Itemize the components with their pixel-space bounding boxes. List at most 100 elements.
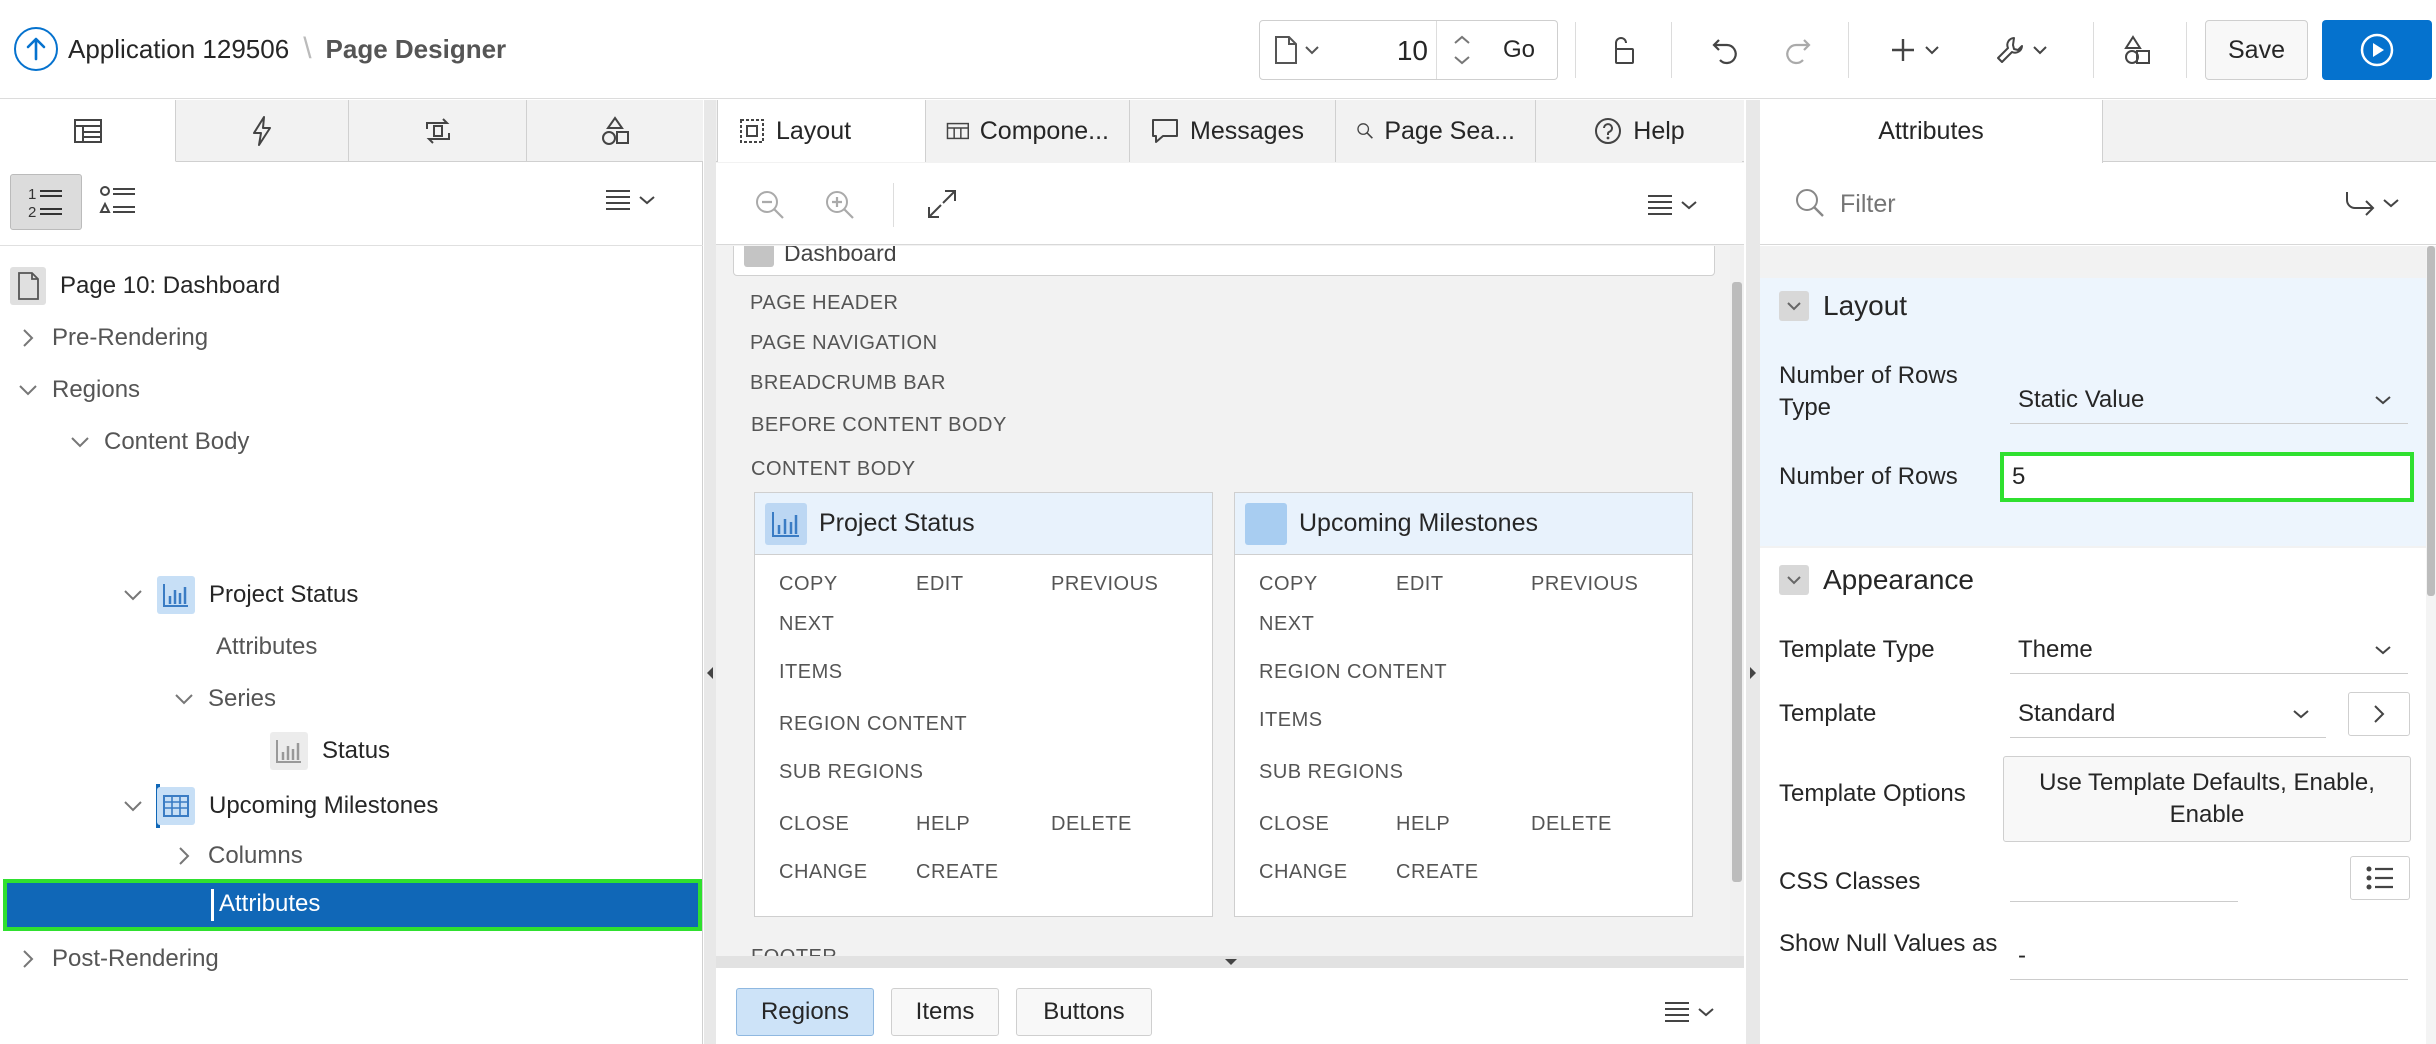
- tree-node-content-body[interactable]: Content Body: [70, 420, 249, 464]
- chevron-right-icon[interactable]: [174, 846, 194, 866]
- right-splitter[interactable]: [1746, 100, 1760, 1044]
- chevron-down-icon[interactable]: [70, 436, 90, 448]
- save-button[interactable]: Save: [2205, 20, 2308, 80]
- filter-input[interactable]: [1840, 183, 2260, 225]
- chevron-down-icon[interactable]: [1453, 55, 1471, 65]
- tree-node-columns[interactable]: Columns: [174, 834, 303, 878]
- group-header-layout[interactable]: Layout: [1779, 290, 1907, 322]
- hamburger-icon: [1665, 1002, 1689, 1022]
- canvas-scrollbar[interactable]: [1730, 246, 1744, 956]
- tab-label: Layout: [776, 116, 852, 145]
- tab-processing[interactable]: [349, 100, 527, 162]
- template-options-button[interactable]: Use Template Defaults, Enable, Enable: [2003, 756, 2411, 842]
- collapse-down-icon[interactable]: [1224, 958, 1238, 966]
- tree-node-attributes[interactable]: Attributes: [216, 625, 317, 669]
- expand-icon[interactable]: [926, 188, 958, 220]
- tab-messages[interactable]: Messages: [1130, 100, 1336, 162]
- tab-layout[interactable]: Layout: [717, 100, 926, 162]
- gallery-menu-button[interactable]: [1663, 1000, 1715, 1024]
- goto-group-button[interactable]: [2344, 189, 2400, 217]
- chevron-right-icon[interactable]: [18, 949, 38, 969]
- chevron-down-icon[interactable]: [18, 384, 38, 396]
- grouped-view-button[interactable]: [96, 180, 140, 224]
- go-button[interactable]: Go: [1481, 20, 1558, 80]
- redo-icon[interactable]: [1774, 20, 1820, 80]
- scrollbar-thumb[interactable]: [1732, 282, 1742, 882]
- input-css-classes[interactable]: [2010, 854, 2238, 902]
- left-splitter[interactable]: [704, 100, 716, 1044]
- unlock-icon[interactable]: [1600, 20, 1646, 80]
- application-name-link[interactable]: Application 129506: [68, 34, 289, 65]
- collapse-right-icon[interactable]: [1749, 666, 1757, 680]
- chevron-up-icon[interactable]: [1453, 35, 1471, 45]
- drop-close: CLOSE: [1259, 813, 1330, 835]
- layout-menu-button[interactable]: [1646, 193, 1698, 217]
- group-header-appearance[interactable]: Appearance: [1779, 564, 1974, 596]
- collapse-left-icon[interactable]: [706, 666, 714, 680]
- select-number-of-rows-type[interactable]: Static Value: [2010, 376, 2408, 424]
- tree-node-page[interactable]: Page 10: Dashboard: [10, 264, 280, 308]
- css-classes-list-button[interactable]: [2350, 856, 2410, 900]
- up-arrow-icon[interactable]: [14, 27, 58, 71]
- tree-node-regions[interactable]: Regions: [18, 368, 140, 412]
- tree-node-label: Upcoming Milestones: [209, 792, 439, 819]
- tab-page-search[interactable]: Page Sea...: [1336, 100, 1536, 162]
- wrench-icon[interactable]: [1988, 20, 2054, 80]
- tab-dynamic-actions[interactable]: [176, 100, 349, 162]
- gallery-tab-items[interactable]: Items: [891, 988, 999, 1036]
- filter-bar: [1760, 163, 2436, 245]
- tree-node-upcoming-milestones[interactable]: Upcoming Milestones: [123, 784, 438, 828]
- ordered-list-view-button[interactable]: 12: [10, 174, 82, 230]
- tree-node-label: Columns: [208, 842, 303, 869]
- property-editor-panel: Attributes Layout Number of Rows Type St…: [1760, 100, 2436, 1044]
- chevron-down-icon[interactable]: [123, 800, 143, 812]
- shared-components-icon[interactable]: [2115, 20, 2161, 80]
- tab-attributes[interactable]: Attributes: [1760, 100, 2103, 163]
- run-page-button[interactable]: [2322, 20, 2432, 80]
- scrollbar-thumb[interactable]: [2427, 246, 2435, 596]
- undo-icon[interactable]: [1703, 20, 1749, 80]
- input-number-of-rows[interactable]: 5: [2000, 452, 2414, 502]
- tab-rendering[interactable]: [0, 100, 176, 162]
- add-icon[interactable]: [1881, 20, 1947, 80]
- play-icon: [2360, 33, 2394, 67]
- select-template-type[interactable]: Theme: [2010, 626, 2408, 674]
- page-number-input[interactable]: 10: [1378, 35, 1428, 67]
- hamburger-icon: [606, 190, 630, 210]
- region-upcoming-milestones[interactable]: Upcoming Milestones COPY EDIT PREVIOUS N…: [1234, 492, 1693, 917]
- tree-node-project-status[interactable]: Project Status: [123, 573, 358, 617]
- chevron-down-icon[interactable]: [1779, 291, 1809, 321]
- properties-scrollbar[interactable]: [2426, 246, 2436, 1044]
- tree-node-label: Content Body: [104, 428, 250, 455]
- go-to-template-button[interactable]: [2348, 692, 2410, 736]
- chevron-down-icon[interactable]: [123, 589, 143, 601]
- zoom-in-icon[interactable]: [824, 189, 856, 221]
- gallery-tab-buttons[interactable]: Buttons: [1016, 988, 1152, 1036]
- input-show-null-values-as[interactable]: -: [2010, 932, 2408, 980]
- tree-menu-button[interactable]: [604, 188, 656, 212]
- toolbar-divider: [2186, 22, 2187, 78]
- tree-node-series[interactable]: Series: [174, 677, 276, 721]
- chevron-right-icon[interactable]: [18, 328, 38, 348]
- tree-node-pre-rendering[interactable]: Pre-Rendering: [18, 316, 208, 360]
- gallery-splitter[interactable]: [716, 956, 1744, 968]
- drop-help: HELP: [1396, 813, 1451, 835]
- chevron-down-icon[interactable]: [1779, 565, 1809, 595]
- zoom-out-icon[interactable]: [754, 189, 786, 221]
- tab-components[interactable]: Compone...: [926, 100, 1130, 162]
- page-stepper[interactable]: [1436, 21, 1486, 79]
- select-template[interactable]: Standard: [2010, 690, 2326, 738]
- chevron-down-icon[interactable]: [174, 693, 194, 705]
- tab-shared-components[interactable]: [527, 100, 703, 162]
- tree-node-post-rendering[interactable]: Post-Rendering: [18, 937, 219, 981]
- tree-node-status[interactable]: Status: [270, 729, 390, 773]
- group-layout: Layout Number of Rows Type Static Value …: [1760, 278, 2426, 546]
- gallery-tab-regions[interactable]: Regions: [736, 988, 874, 1036]
- region-project-status[interactable]: Project Status COPY EDIT PREVIOUS NEXT I…: [754, 492, 1213, 917]
- tab-label: Page Sea...: [1384, 116, 1515, 145]
- tree-node-attributes-selected[interactable]: Attributes: [3, 879, 702, 931]
- page-icon[interactable]: [1274, 35, 1320, 65]
- tab-help[interactable]: Help: [1536, 100, 1742, 162]
- list-icon: [2366, 866, 2393, 890]
- right-tabs: Attributes: [1760, 100, 2436, 163]
